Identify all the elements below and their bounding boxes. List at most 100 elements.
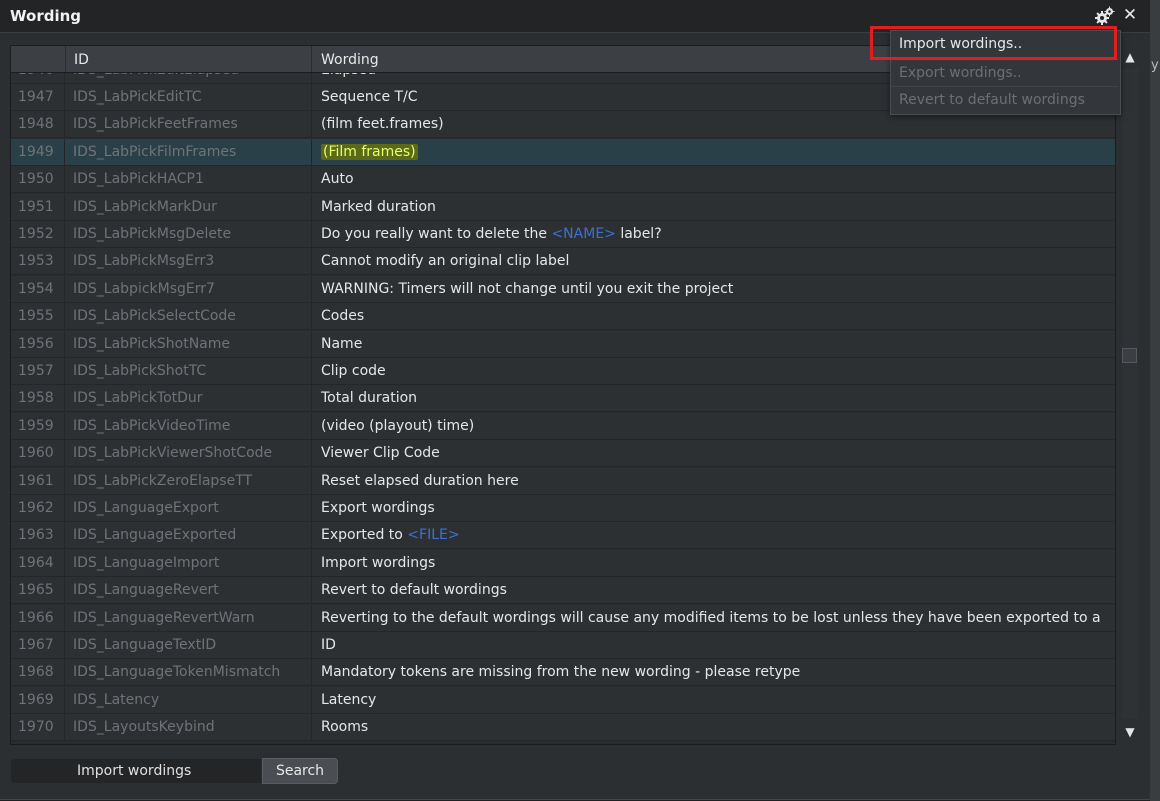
row-wording: Marked duration bbox=[313, 194, 1115, 221]
row-id: IDS_Latency bbox=[66, 686, 312, 714]
row-wording-text: (Film frames) bbox=[321, 143, 418, 160]
scroll-thumb[interactable] bbox=[1122, 348, 1137, 363]
gear-icon[interactable] bbox=[1094, 5, 1116, 27]
table-row[interactable]: 1960 IDS_LabPickViewerShotCode Viewer Clip… bbox=[11, 440, 1115, 468]
row-number: 1957 bbox=[11, 358, 65, 385]
table-row[interactable]: 1958 IDS_LabPickTotDur Total duration bbox=[11, 385, 1115, 413]
table-row[interactable]: 1962 IDS_LanguageExport Export wordings bbox=[11, 495, 1115, 522]
table-row[interactable]: 1951 IDS_LabPickMarkDur Marked duration bbox=[11, 193, 1115, 221]
table-row[interactable]: 1948 IDS_LabPickFeetFrames (film feet.fram… bbox=[11, 111, 1115, 139]
row-wording-text: Cannot modify an original clip label bbox=[321, 253, 570, 270]
row-wording-text: (video (playout) time) bbox=[321, 417, 475, 434]
row-wording-text: Auto bbox=[321, 171, 354, 188]
row-number: 1952 bbox=[11, 221, 65, 248]
table-row[interactable]: 1963 IDS_LanguageExported Exported to <FIL… bbox=[11, 522, 1115, 550]
row-id: IDS_LanguageRevert bbox=[66, 577, 312, 605]
row-wording-text: Export wordings bbox=[321, 500, 435, 516]
row-number: 1949 bbox=[11, 138, 65, 166]
table-row[interactable]: 1968 IDS_LanguageTokenMismatch Mandatory t… bbox=[11, 659, 1115, 687]
row-id: IDS_LabPickZeroElapseTT bbox=[66, 467, 312, 495]
background-text: y bbox=[1151, 58, 1159, 73]
row-wording: (Film frames) bbox=[313, 139, 1115, 166]
row-wording-text: Reset elapsed duration here bbox=[321, 472, 519, 489]
row-wording: Name bbox=[313, 331, 1115, 358]
row-number: 1956 bbox=[11, 330, 65, 358]
vertical-scrollbar[interactable]: ▲ ▼ bbox=[1120, 45, 1140, 743]
row-wording-token: <NAME> bbox=[551, 226, 616, 242]
dialog-title: Wording bbox=[10, 7, 82, 25]
wording-dialog: Wording ✕ 1946IDS_LabPickEditElapsedE bbox=[0, 0, 1151, 800]
row-number: 1966 bbox=[11, 604, 65, 632]
table-row[interactable]: 1957 IDS_LabPickShotTC Clip code bbox=[11, 358, 1115, 385]
row-id: IDS_LabPickHACP1 bbox=[66, 166, 312, 194]
row-wording-text: Total duration bbox=[321, 390, 418, 407]
scroll-track[interactable] bbox=[1122, 69, 1138, 719]
row-wording-suffix: label? bbox=[615, 226, 662, 242]
row-wording: Latency bbox=[313, 687, 1115, 714]
row-wording: (film feet.frames) bbox=[313, 111, 1115, 138]
column-header-id[interactable]: ID bbox=[66, 46, 312, 72]
table-row[interactable]: 1950 IDS_LabPickHACP1 Auto bbox=[11, 166, 1115, 194]
row-wording-text: Import wordings bbox=[321, 554, 436, 571]
row-wording-text: ID bbox=[321, 637, 336, 653]
row-id: IDS_LanguageExported bbox=[66, 522, 312, 550]
table-row[interactable]: 1964 IDS_LanguageImport Import wordings bbox=[11, 549, 1115, 577]
row-id: IDS_LabpickMsgErr7 bbox=[66, 275, 312, 303]
row-number: 1947 bbox=[11, 84, 65, 111]
wording-table: 1946IDS_LabPickEditElapsedElapsed1947IDS… bbox=[10, 45, 1116, 745]
row-number: 1962 bbox=[11, 495, 65, 522]
row-wording: Codes bbox=[313, 303, 1115, 330]
row-number: 1965 bbox=[11, 577, 65, 605]
row-number: 1968 bbox=[11, 659, 65, 687]
highlight-annotation-box bbox=[870, 26, 1117, 60]
row-number: 1960 bbox=[11, 440, 65, 468]
search-button[interactable]: Search bbox=[262, 758, 338, 784]
row-id: IDS_LabPickShotTC bbox=[66, 358, 312, 385]
table-row[interactable]: 1961 IDS_LabPickZeroElapseTT Reset elapsed… bbox=[11, 467, 1115, 495]
row-wording-text: WARNING: Timers will not change until yo… bbox=[321, 280, 734, 297]
row-wording: Rooms bbox=[313, 714, 1115, 741]
table-row[interactable]: 1949 IDS_LabPickFilmFrames (Film frames) bbox=[11, 138, 1115, 166]
table-row[interactable]: 1954 IDS_LabpickMsgErr7 WARNING: Timers wi… bbox=[11, 275, 1115, 303]
table-row[interactable]: 1952 IDS_LabPickMsgDelete Do you really wa… bbox=[11, 221, 1115, 248]
row-id: IDS_LabPickMsgDelete bbox=[66, 221, 312, 248]
row-number: 1948 bbox=[11, 111, 65, 139]
table-row[interactable]: 1955 IDS_LabPickSelectCode Codes bbox=[11, 303, 1115, 331]
scroll-down-arrow-icon[interactable]: ▼ bbox=[1122, 725, 1138, 739]
row-wording: Viewer Clip Code bbox=[313, 440, 1115, 467]
close-icon[interactable]: ✕ bbox=[1120, 4, 1140, 26]
table-row[interactable]: 1969 IDS_Latency Latency bbox=[11, 686, 1115, 714]
row-id: IDS_LanguageRevertWarn bbox=[66, 604, 312, 632]
column-header-number[interactable] bbox=[11, 46, 66, 72]
table-row[interactable]: 1970 IDS_LayoutsKeybind Rooms bbox=[11, 714, 1115, 742]
row-id: IDS_LayoutsKeybind bbox=[66, 714, 312, 742]
row-wording: Import wordings bbox=[313, 550, 1115, 577]
row-wording-text: Marked duration bbox=[321, 198, 436, 215]
row-id: IDS_LabPickFeetFrames bbox=[66, 111, 312, 139]
table-row[interactable]: 1953 IDS_LabPickMsgErr3 Cannot modify an o… bbox=[11, 248, 1115, 276]
table-row[interactable]: 1965 IDS_LanguageRevert Revert to default … bbox=[11, 577, 1115, 605]
row-wording: Mandatory tokens are missing from the ne… bbox=[313, 659, 1115, 686]
row-wording: Reset elapsed duration here bbox=[313, 468, 1115, 495]
row-wording-text: (film feet.frames) bbox=[321, 116, 444, 133]
menu-item-revert-default[interactable]: Revert to default wordings bbox=[891, 86, 1118, 112]
table-row[interactable]: 1956 IDS_LabPickShotName Name bbox=[11, 330, 1115, 358]
row-wording: WARNING: Timers will not change until yo… bbox=[313, 276, 1115, 303]
row-wording-text: Reverting to the default wordings will c… bbox=[321, 609, 1101, 626]
menu-item-export-wordings[interactable]: Export wordings.. bbox=[891, 59, 1118, 85]
search-input[interactable] bbox=[10, 758, 262, 784]
table-row[interactable]: 1966 IDS_LanguageRevertWarn Reverting to t… bbox=[11, 604, 1115, 632]
row-number: 1955 bbox=[11, 303, 65, 331]
table-row[interactable]: 1967 IDS_LanguageTextID ID bbox=[11, 632, 1115, 659]
row-id: IDS_LabPickSelectCode bbox=[66, 303, 312, 331]
table-row[interactable]: 1959 IDS_LabPickVideoTime (video (playout)… bbox=[11, 412, 1115, 440]
row-number: 1958 bbox=[11, 385, 65, 413]
scroll-up-arrow-icon[interactable]: ▲ bbox=[1122, 50, 1138, 64]
background-window-edge: y bbox=[1150, 0, 1160, 801]
row-wording-text: Mandatory tokens are missing from the ne… bbox=[321, 664, 801, 681]
row-id: IDS_LabPickViewerShotCode bbox=[66, 440, 312, 468]
row-number: 1963 bbox=[11, 522, 65, 550]
row-wording: Reverting to the default wordings will c… bbox=[313, 605, 1115, 632]
row-wording: Revert to default wordings bbox=[313, 577, 1115, 604]
row-id: IDS_LanguageExport bbox=[66, 495, 312, 522]
